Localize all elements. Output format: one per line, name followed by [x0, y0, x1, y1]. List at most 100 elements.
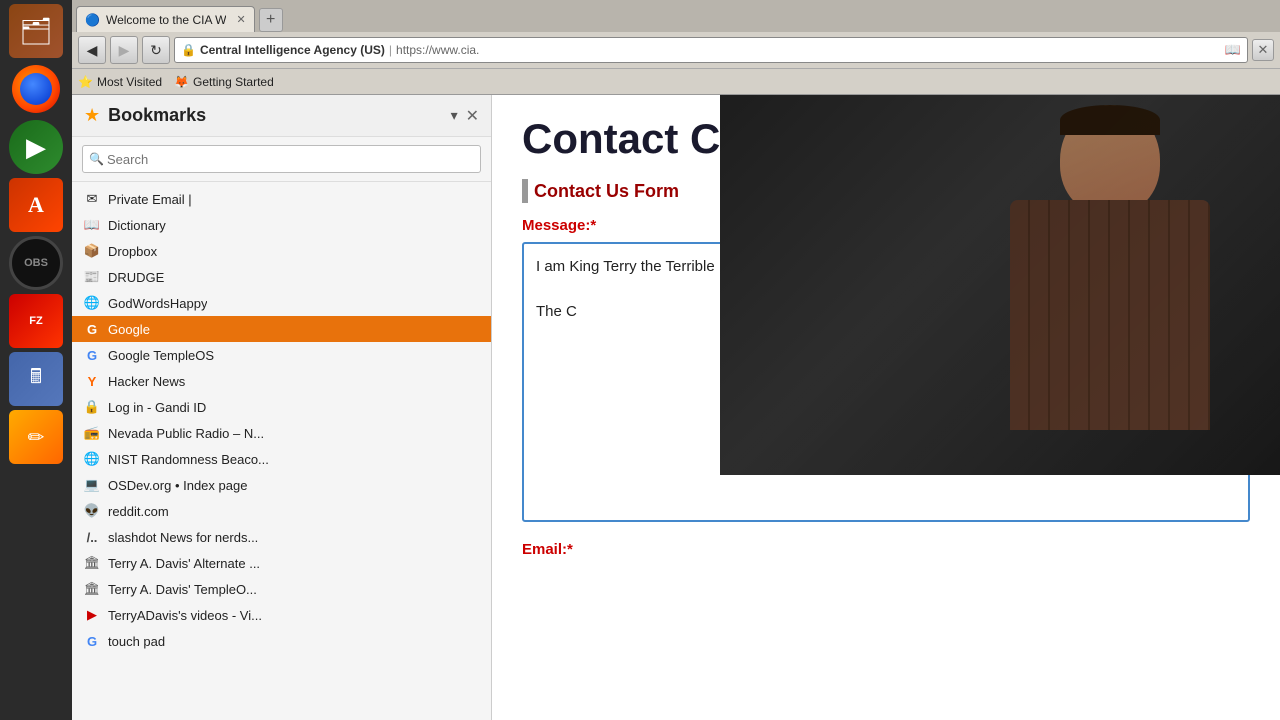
bookmark-label: touch pad	[108, 634, 165, 649]
private-email-icon: ✉	[84, 191, 100, 207]
cia-website-content: Contact CIA Contact Us Form Message:* I …	[492, 95, 1280, 720]
bookmark-label: TerryADavis's videos - Vi...	[108, 608, 262, 623]
most-visited-bookmark[interactable]: ⭐ Most Visited	[78, 75, 162, 89]
bookmark-label: Private Email |	[108, 192, 192, 207]
sidebar-header: ★ Bookmarks ▾ ✕	[72, 95, 491, 137]
search-wrapper: 🔍	[82, 145, 481, 173]
bookmark-label: Hacker News	[108, 374, 185, 389]
firefox-icon[interactable]	[9, 62, 63, 116]
reload-button[interactable]: ↻	[142, 36, 170, 64]
obs-icon[interactable]: OBS	[9, 236, 63, 290]
touch-pad-icon: G	[84, 633, 100, 649]
bookmark-gandi[interactable]: 🔒 Log in - Gandi ID	[72, 394, 491, 420]
bookmark-slashdot[interactable]: /.. slashdot News for nerds...	[72, 524, 491, 550]
bookmark-drudge[interactable]: 📰 DRUDGE	[72, 264, 491, 290]
slashdot-icon: /..	[84, 529, 100, 545]
browser-chrome: 🔵 Welcome to the CIA W ✕ + ◀ ▶ ↻ 🔒 Centr…	[72, 0, 1280, 95]
url-bar[interactable]: 🔒 Central Intelligence Agency (US) | htt…	[174, 37, 1248, 63]
google-icon: G	[84, 321, 100, 337]
sidebar-dropdown-icon[interactable]: ▾	[451, 107, 458, 124]
sidebar-close-button[interactable]: ✕	[466, 106, 479, 126]
bookmarks-bar: ⭐ Most Visited 🦊 Getting Started	[72, 68, 1280, 94]
tab-close-button[interactable]: ✕	[236, 13, 245, 26]
bookmark-label: Google	[108, 322, 150, 337]
terry-videos-icon: ▶	[84, 607, 100, 623]
bookmarks-sidebar: ★ Bookmarks ▾ ✕ 🔍 ✉ Private Email |	[72, 95, 492, 720]
dictionary-icon: 📖	[84, 217, 100, 233]
bookmark-label: Nevada Public Radio – N...	[108, 426, 264, 441]
bookmark-dropbox[interactable]: 📦 Dropbox	[72, 238, 491, 264]
search-input[interactable]	[82, 145, 481, 173]
url-domain: Central Intelligence Agency (US)	[200, 43, 385, 57]
gandi-icon: 🔒	[84, 399, 100, 415]
hacker-news-icon: Y	[84, 373, 100, 389]
sketch-icon[interactable]: ✏	[9, 410, 63, 464]
taskbar: 🗂 ▶ A OBS FZ 🖩 ✏	[0, 0, 72, 720]
bookmark-label: NIST Randomness Beaco...	[108, 452, 269, 467]
bookmark-label: Dictionary	[108, 218, 166, 233]
bookmark-label: slashdot News for nerds...	[108, 530, 258, 545]
getting-started-icon: 🦊	[174, 75, 189, 89]
bookmark-private-email[interactable]: ✉ Private Email |	[72, 186, 491, 212]
sidebar-search-container: 🔍	[72, 137, 491, 182]
bookmark-google[interactable]: G Google	[72, 316, 491, 342]
bookmark-godwordshappy[interactable]: 🌐 GodWordsHappy	[72, 290, 491, 316]
tab-favicon: 🔵	[85, 13, 100, 27]
search-icon: 🔍	[89, 152, 104, 166]
new-tab-button[interactable]: +	[259, 8, 283, 32]
bookmark-hacker-news[interactable]: Y Hacker News	[72, 368, 491, 394]
google-templeos-icon: G	[84, 347, 100, 363]
bookmark-label: Dropbox	[108, 244, 157, 259]
url-path: https://www.cia.	[396, 43, 479, 57]
nevada-radio-icon: 📻	[84, 425, 100, 441]
email-label: Email:*	[522, 541, 1250, 558]
terry-templeos-icon: 🏛	[84, 581, 100, 597]
reader-mode-icon[interactable]: 📖	[1225, 42, 1241, 58]
terry-alt-icon: 🏛	[84, 555, 100, 571]
dropbox-icon: 📦	[84, 243, 100, 259]
video-overlay	[720, 95, 1280, 475]
bookmark-label: Google TempleOS	[108, 348, 214, 363]
tab-bar: 🔵 Welcome to the CIA W ✕ +	[72, 0, 1280, 32]
star-icon: ★	[84, 105, 100, 126]
bookmark-label: reddit.com	[108, 504, 169, 519]
url-separator: |	[389, 43, 392, 57]
nav-bar: ◀ ▶ ↻ 🔒 Central Intelligence Agency (US)…	[72, 32, 1280, 68]
bookmark-label: OSDev.org • Index page	[108, 478, 247, 493]
bookmark-google-templeos[interactable]: G Google TempleOS	[72, 342, 491, 368]
content-area: ★ Bookmarks ▾ ✕ 🔍 ✉ Private Email |	[72, 95, 1280, 720]
bookmark-dictionary[interactable]: 📖 Dictionary	[72, 212, 491, 238]
sidebar-title: Bookmarks	[108, 105, 442, 126]
godwordshappy-icon: 🌐	[84, 295, 100, 311]
back-button[interactable]: ◀	[78, 36, 106, 64]
filezilla-icon[interactable]: FZ	[9, 294, 63, 348]
files-icon[interactable]: 🗂	[9, 4, 63, 58]
media-player-icon[interactable]: ▶	[9, 120, 63, 174]
bookmark-nist[interactable]: 🌐 NIST Randomness Beaco...	[72, 446, 491, 472]
getting-started-bookmark[interactable]: 🦊 Getting Started	[174, 75, 274, 89]
section-divider	[522, 179, 528, 203]
most-visited-icon: ⭐	[78, 75, 93, 89]
panel-close-button[interactable]: ✕	[1252, 39, 1274, 61]
secure-lock-icon: 🔒	[181, 43, 196, 57]
reddit-icon: 👽	[84, 503, 100, 519]
bookmark-touch-pad[interactable]: G touch pad	[72, 628, 491, 654]
bookmark-terry-videos[interactable]: ▶ TerryADavis's videos - Vi...	[72, 602, 491, 628]
forward-button[interactable]: ▶	[110, 36, 138, 64]
browser: 🔵 Welcome to the CIA W ✕ + ◀ ▶ ↻ 🔒 Centr…	[72, 0, 1280, 720]
email-required-star: *	[567, 541, 573, 558]
most-visited-label: Most Visited	[97, 75, 162, 89]
bookmark-reddit[interactable]: 👽 reddit.com	[72, 498, 491, 524]
bookmark-terry-templeos[interactable]: 🏛 Terry A. Davis' TempleO...	[72, 576, 491, 602]
tab-title: Welcome to the CIA W	[106, 13, 227, 27]
bookmark-label: Terry A. Davis' TempleO...	[108, 582, 257, 597]
bookmark-terry-alternate[interactable]: 🏛 Terry A. Davis' Alternate ...	[72, 550, 491, 576]
required-star: *	[590, 217, 596, 234]
browser-tab[interactable]: 🔵 Welcome to the CIA W ✕	[76, 6, 255, 32]
app-store-icon[interactable]: A	[9, 178, 63, 232]
video-person	[720, 95, 1280, 475]
bookmark-osdev[interactable]: 💻 OSDev.org • Index page	[72, 472, 491, 498]
bookmark-label: Terry A. Davis' Alternate ...	[108, 556, 260, 571]
bookmark-nevada-radio[interactable]: 📻 Nevada Public Radio – N...	[72, 420, 491, 446]
calculator-icon[interactable]: 🖩	[9, 352, 63, 406]
